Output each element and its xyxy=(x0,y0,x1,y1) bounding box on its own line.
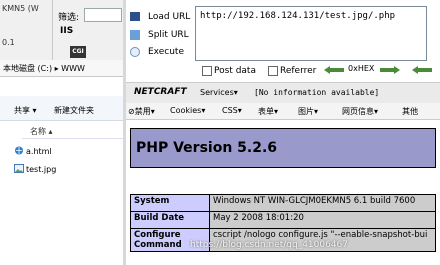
cgi-icon[interactable]: CGI xyxy=(70,46,86,58)
post-data-label: Post data xyxy=(214,66,256,76)
file-item-a-html[interactable]: a.html xyxy=(26,147,52,156)
share-button[interactable]: 共享 ▾ xyxy=(14,105,37,116)
window-text-top: KMN5 (W xyxy=(2,4,39,13)
row-key: System xyxy=(130,194,210,212)
post-data-checkbox[interactable] xyxy=(202,66,212,76)
url-value: http://192.168.124.131/test.jpg/.php xyxy=(200,11,396,21)
referrer-checkbox[interactable] xyxy=(268,66,278,76)
netcraft-logo[interactable]: NETCRAFT xyxy=(134,87,187,97)
table-row: Build Date May 2 2008 18:01:20 xyxy=(130,211,436,229)
column-header-name[interactable]: 名称 ▴ xyxy=(30,126,53,137)
php-version-title: PHP Version 5.2.6 xyxy=(136,140,278,156)
referrer-label: Referrer xyxy=(280,66,317,76)
filter-input[interactable] xyxy=(84,8,122,22)
watermark: https://blog.csdn.net/qq_41006467 xyxy=(190,240,349,250)
execute-button[interactable]: Execute xyxy=(148,47,184,57)
load-url-icon xyxy=(130,12,140,21)
new-folder-button[interactable]: 新建文件夹 xyxy=(54,105,94,116)
images-menu[interactable]: 图片▾ xyxy=(298,106,318,117)
window-text-mid: 0.1 xyxy=(2,38,15,47)
arrow-right-icon[interactable] xyxy=(380,66,400,74)
header-divider xyxy=(22,138,123,139)
arrow-left-icon-2[interactable] xyxy=(412,66,432,74)
hex-label: 0xHEX xyxy=(348,64,375,73)
arrow-left-icon[interactable] xyxy=(324,66,344,74)
misc-menu[interactable]: 其他 xyxy=(402,106,418,117)
split-url-icon xyxy=(130,30,140,40)
cookies-menu[interactable]: Cookies▾ xyxy=(170,106,205,115)
row-value: Windows NT WIN-GLCJM0EKMN5 6.1 build 760… xyxy=(209,194,436,212)
file-item-test-jpg[interactable]: test.jpg xyxy=(26,165,56,174)
load-url-button[interactable]: Load URL xyxy=(148,12,190,22)
iis-label: IIS xyxy=(60,26,74,36)
row-key: Build Date xyxy=(130,211,210,229)
page-info-menu[interactable]: 网页信息▾ xyxy=(342,106,378,117)
row-value: May 2 2008 18:01:20 xyxy=(209,211,436,229)
divider xyxy=(52,0,53,60)
disable-menu[interactable]: ⊘禁用▾ xyxy=(128,106,155,117)
site-info: [No information available] xyxy=(254,88,380,97)
split-url-button[interactable]: Split URL xyxy=(148,30,189,40)
image-file-icon xyxy=(14,164,24,173)
services-menu[interactable]: Services▾ xyxy=(200,88,238,97)
filter-label: 筛选: xyxy=(58,13,80,23)
css-menu[interactable]: CSS▾ xyxy=(222,106,242,115)
forms-menu[interactable]: 表单▾ xyxy=(258,106,278,117)
address-path: 本地磁盘 (C:) ▸ WWW xyxy=(3,64,85,73)
html-file-icon xyxy=(15,146,23,155)
table-row: System Windows NT WIN-GLCJM0EKMN5 6.1 bu… xyxy=(130,194,436,212)
execute-icon xyxy=(130,47,140,57)
